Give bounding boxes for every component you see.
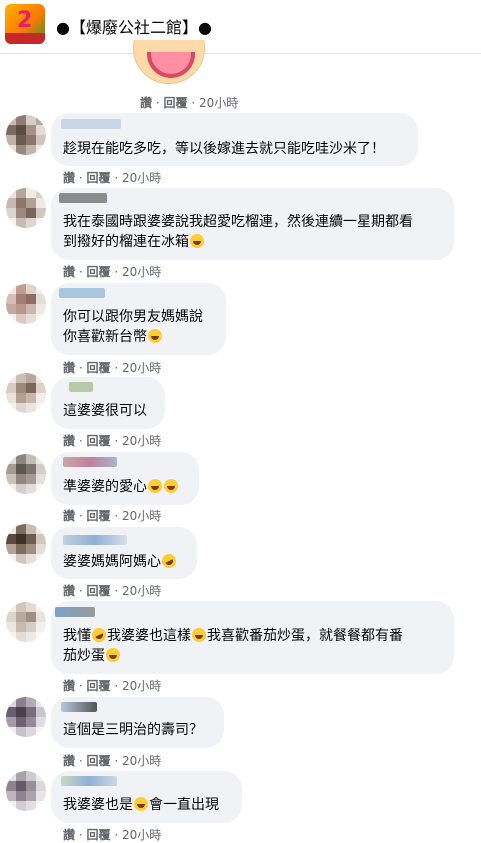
timestamp[interactable]: 20小時 xyxy=(122,584,161,598)
comment-bubble: 趁現在能吃多吃，等以後嫁進去就只能吃哇沙米了！ xyxy=(51,113,418,166)
reply-button[interactable]: 回覆 xyxy=(87,509,111,523)
action-row: 讚 · 回覆 · 20小時 xyxy=(63,434,162,448)
comment-text: 婆婆媽媽阿媽心 xyxy=(63,551,179,572)
commenter-name[interactable] xyxy=(59,288,105,298)
commenter-name[interactable] xyxy=(55,607,95,617)
like-button[interactable]: 讚 xyxy=(63,171,75,185)
action-row: 讚 · 回覆 · 20小時 xyxy=(63,509,162,523)
like-button[interactable]: 讚 xyxy=(140,96,152,110)
commenter-name[interactable] xyxy=(59,193,107,203)
avatar[interactable] xyxy=(6,284,46,324)
commenter-name[interactable] xyxy=(61,119,121,129)
timestamp[interactable]: 20小時 xyxy=(122,679,161,693)
comment-bubble: 我在泰國時跟婆婆說我超愛吃榴連，然後連續一星期都看 到撥好的榴連在冰箱 xyxy=(51,188,454,260)
action-row: 讚 · 回覆 · 20小時 xyxy=(63,679,162,693)
laughing-emoji-icon xyxy=(148,329,162,343)
laughing-emoji-icon xyxy=(148,479,162,493)
group-logo-icon[interactable]: 2 xyxy=(5,4,45,44)
action-row: 讚 · 回覆 · 20小時 xyxy=(63,754,162,768)
reply-button[interactable]: 回覆 xyxy=(87,434,111,448)
comment-bubble: 我懂 我婆婆也這樣 我喜歡番茄炒蛋，就餐餐都有番 茄炒蛋 xyxy=(51,601,454,674)
laughing-emoji-icon xyxy=(190,234,204,248)
commenter-name[interactable] xyxy=(61,776,117,786)
laughing-face-sticker-icon xyxy=(133,40,205,84)
comment-text: 我懂 我婆婆也這樣 我喜歡番茄炒蛋，就餐餐都有番 茄炒蛋 xyxy=(63,625,403,666)
avatar[interactable] xyxy=(6,188,46,228)
timestamp[interactable]: 20小時 xyxy=(199,96,238,110)
laughing-emoji-icon xyxy=(89,625,109,645)
group-title[interactable]: ●【爆廢公社二館】● xyxy=(56,14,212,38)
commenter-name[interactable] xyxy=(63,535,127,545)
timestamp[interactable]: 20小時 xyxy=(122,265,161,279)
group-header: 2 ●【爆廢公社二館】● xyxy=(0,0,481,54)
action-row: 讚 · 回覆 · 20小時 xyxy=(140,96,239,110)
comment-text: 你可以跟你男友媽媽說 你喜歡新台幣 xyxy=(63,309,203,345)
commenter-name[interactable] xyxy=(63,457,117,467)
timestamp[interactable]: 20小時 xyxy=(122,171,161,185)
reply-button[interactable]: 回覆 xyxy=(87,361,111,375)
comment-text: 趁現在能吃多吃，等以後嫁進去就只能吃哇沙米了！ xyxy=(63,141,385,157)
laughing-emoji-icon xyxy=(164,479,178,493)
comment-text: 我在泰國時跟婆婆說我超愛吃榴連，然後連續一星期都看 到撥好的榴連在冰箱 xyxy=(63,214,413,250)
avatar[interactable] xyxy=(6,115,46,155)
avatar[interactable] xyxy=(6,697,46,737)
commenter-name[interactable] xyxy=(61,702,97,712)
like-button[interactable]: 讚 xyxy=(63,754,75,768)
reply-button[interactable]: 回覆 xyxy=(87,679,111,693)
timestamp[interactable]: 20小時 xyxy=(122,828,161,842)
comment-bubble: 這個是三明治的壽司？ xyxy=(51,697,224,748)
action-row: 讚 · 回覆 · 20小時 xyxy=(63,265,162,279)
like-button[interactable]: 讚 xyxy=(63,828,75,842)
comment-bubble: 你可以跟你男友媽媽說 你喜歡新台幣 xyxy=(51,283,226,355)
comment-text: 這婆婆很可以 xyxy=(63,403,147,419)
action-row: 讚 · 回覆 · 20小時 xyxy=(63,584,162,598)
comment-bubble: 我婆婆也是 會一直出現 xyxy=(51,771,242,823)
comment-text: 這個是三明治的壽司？ xyxy=(63,722,203,738)
like-button[interactable]: 讚 xyxy=(63,584,75,598)
action-row: 讚 · 回覆 · 20小時 xyxy=(63,828,162,842)
laughing-emoji-icon xyxy=(106,648,120,662)
avatar[interactable] xyxy=(6,373,46,413)
like-button[interactable]: 讚 xyxy=(63,434,75,448)
like-button[interactable]: 讚 xyxy=(63,679,75,693)
comment-bubble: 婆婆媽媽阿媽心 xyxy=(51,527,197,579)
timestamp[interactable]: 20小時 xyxy=(122,754,161,768)
reply-button[interactable]: 回覆 xyxy=(87,171,111,185)
avatar[interactable] xyxy=(6,602,46,642)
avatar[interactable] xyxy=(6,771,46,811)
timestamp[interactable]: 20小時 xyxy=(122,434,161,448)
like-button[interactable]: 讚 xyxy=(63,509,75,523)
action-row: 讚 · 回覆 · 20小時 xyxy=(63,361,162,375)
comment-bubble: 準婆婆的愛心 xyxy=(51,452,199,505)
timestamp[interactable]: 20小時 xyxy=(122,509,161,523)
reply-button[interactable]: 回覆 xyxy=(87,754,111,768)
commenter-name[interactable] xyxy=(69,382,93,392)
reply-button[interactable]: 回覆 xyxy=(87,265,111,279)
comment-text: 我婆婆也是 會一直出現 xyxy=(63,797,219,813)
avatar[interactable] xyxy=(6,524,46,564)
laughing-emoji-icon xyxy=(159,551,179,571)
avatar[interactable] xyxy=(6,454,46,494)
like-button[interactable]: 讚 xyxy=(63,265,75,279)
laughing-emoji-icon xyxy=(134,797,148,811)
reply-button[interactable]: 回覆 xyxy=(87,828,111,842)
like-button[interactable]: 讚 xyxy=(63,361,75,375)
comment-text: 準婆婆的愛心 xyxy=(63,477,179,497)
timestamp[interactable]: 20小時 xyxy=(122,361,161,375)
laughing-emoji-icon xyxy=(192,628,206,642)
comment-bubble: 這婆婆很可以 xyxy=(51,377,165,429)
reply-button[interactable]: 回覆 xyxy=(164,96,188,110)
action-row: 讚 · 回覆 · 20小時 xyxy=(63,171,162,185)
reply-button[interactable]: 回覆 xyxy=(87,584,111,598)
